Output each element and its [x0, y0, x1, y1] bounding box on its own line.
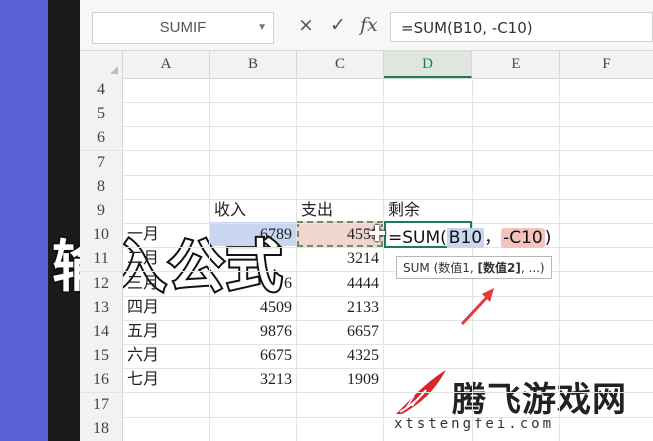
cell-a12[interactable]: 三月 [123, 272, 209, 296]
row-header[interactable]: 18 [80, 416, 123, 441]
row-header[interactable]: 17 [80, 392, 123, 417]
cell-c9[interactable]: 支出 [297, 199, 383, 223]
formula-ref-c10: -C10 [501, 228, 545, 248]
cancel-icon[interactable]: × [298, 14, 314, 36]
table-row: 5 [80, 102, 653, 128]
table-row: 12 三月 6 4444 [80, 271, 653, 297]
column-header: A B C D E F [80, 51, 653, 79]
row-header[interactable]: 6 [80, 126, 123, 151]
row-header[interactable]: 7 [80, 150, 123, 175]
row-header[interactable]: 15 [80, 344, 123, 369]
active-cell-formula[interactable]: =SUM(B10， -C10) [388, 223, 551, 248]
row-header[interactable]: 11 [80, 247, 123, 272]
table-row: 11 二月 3214 [80, 247, 653, 273]
row-header[interactable]: 13 [80, 295, 123, 320]
cell-b10[interactable]: 6789 [210, 223, 296, 247]
table-row: 7 [80, 150, 653, 176]
tooltip-current-arg: [数值2] [477, 261, 521, 275]
table-row: 15 六月 6675 4325 [80, 344, 653, 370]
cell-b14[interactable]: 9876 [210, 320, 296, 344]
name-box-value: SUMIF [159, 19, 207, 36]
cell-a11[interactable]: 二月 [123, 247, 209, 271]
formula-suffix: ) [544, 228, 552, 248]
tooltip-end: , ...) [520, 261, 545, 275]
insert-function-icon[interactable]: fx [360, 14, 378, 36]
cell-b12[interactable]: 6 [210, 272, 296, 296]
table-row: 17 [80, 392, 653, 418]
table-row: 18 [80, 416, 653, 441]
cell-c11[interactable]: 3214 [297, 247, 383, 271]
chevron-down-icon[interactable]: ▼ [257, 13, 267, 43]
cell-a15[interactable]: 六月 [123, 344, 209, 368]
row-header[interactable]: 12 [80, 271, 123, 296]
cell-c15[interactable]: 4325 [297, 344, 383, 368]
cell-cursor-plus-icon: ✚ [368, 222, 387, 247]
row-header[interactable]: 5 [80, 102, 123, 127]
formula-ref-b10: B10 [446, 228, 485, 248]
table-row: 6 [80, 126, 653, 152]
cell-a16[interactable]: 七月 [123, 368, 209, 392]
cell-c13[interactable]: 2133 [297, 296, 383, 320]
cell-b13[interactable]: 4509 [210, 296, 296, 320]
cell-b9[interactable]: 收入 [210, 199, 296, 223]
cell-b16[interactable]: 3213 [210, 368, 296, 392]
formula-separator: ， [484, 228, 502, 248]
row-header[interactable]: 14 [80, 320, 123, 344]
name-box[interactable]: SUMIF ▼ [92, 12, 274, 44]
column-header-b[interactable]: B [210, 51, 297, 78]
red-arrow-icon [460, 288, 494, 326]
column-header-d[interactable]: D [384, 51, 472, 78]
formula-input[interactable]: =SUM(B10, -C10) [390, 12, 653, 42]
column-header-a[interactable]: A [123, 51, 210, 78]
row-header[interactable]: 8 [80, 174, 123, 199]
cell-grid[interactable]: 4 5 6 7 8 9 收入 支出 剩余 10 一月 6789 4559 11 二月 3214 12 三月 6 444… [80, 78, 653, 441]
tooltip-start: SUM (数值1, [403, 261, 478, 275]
table-row: 9 收入 支出 剩余 [80, 199, 653, 224]
cell-c14[interactable]: 6657 [297, 320, 383, 344]
cell-d9[interactable]: 剩余 [384, 199, 472, 223]
table-row: 14 五月 9876 6657 [80, 320, 653, 345]
row-header[interactable]: 10 [80, 223, 123, 248]
cell-a13[interactable]: 四月 [123, 296, 209, 320]
row-header[interactable]: 9 [80, 199, 123, 223]
column-header-e[interactable]: E [473, 51, 560, 78]
cell-b15[interactable]: 6675 [210, 344, 296, 368]
row-header[interactable]: 4 [80, 78, 123, 102]
table-row: 16 七月 3213 1909 [80, 368, 653, 394]
column-header-c[interactable]: C [297, 51, 384, 78]
cell-c12[interactable]: 4444 [297, 272, 383, 296]
spreadsheet-screen: SUMIF ▼ × ✓ fx =SUM(B10, -C10) A B C D E… [80, 0, 653, 441]
table-row: 10 一月 6789 4559 [80, 223, 653, 249]
row-header[interactable]: 16 [80, 368, 123, 393]
cell-a14[interactable]: 五月 [123, 320, 209, 344]
table-row: 13 四月 4509 2133 [80, 295, 653, 321]
cell-c16[interactable]: 1909 [297, 368, 383, 392]
select-all-corner[interactable] [80, 51, 123, 78]
confirm-icon[interactable]: ✓ [330, 14, 346, 36]
function-tooltip: SUM (数值1, [数值2], ...) [396, 256, 552, 279]
table-row: 8 [80, 174, 653, 200]
table-row: 4 [80, 78, 653, 103]
column-header-f[interactable]: F [560, 51, 653, 78]
formula-bar: SUMIF ▼ × ✓ fx =SUM(B10, -C10) [80, 0, 653, 51]
formula-prefix: =SUM( [388, 228, 447, 248]
cell-a10[interactable]: 一月 [123, 223, 209, 247]
